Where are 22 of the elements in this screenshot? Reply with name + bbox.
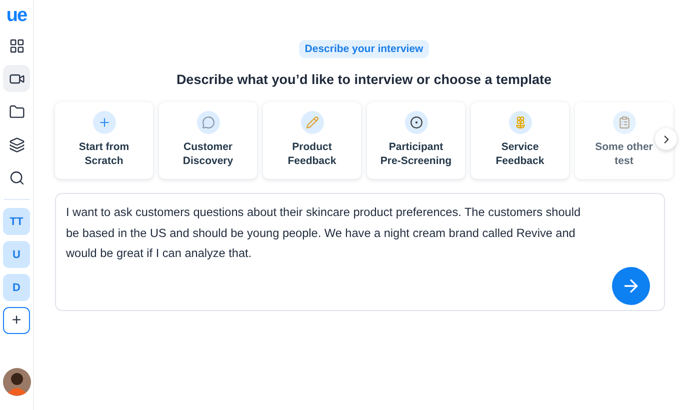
template-card[interactable]: Customer Discovery <box>159 102 257 179</box>
prompt-field[interactable]: I want to ask customers questions about their skincare product preferences. The customers should be based in the US and should be young people. We have a night cream brand called Revive and would be great if I can analyze that. <box>55 193 665 311</box>
template-card[interactable]: Participant Pre-Screening <box>367 102 465 179</box>
add-workspace-button[interactable]: + <box>3 307 30 334</box>
avatar[interactable] <box>2 368 30 396</box>
plus-icon <box>92 111 116 134</box>
step-label: Describe your interview <box>298 40 430 58</box>
template-card[interactable]: Service Feedback <box>471 102 569 179</box>
layers-icon <box>8 136 24 152</box>
flower-icon <box>508 111 532 134</box>
template-card[interactable]: Some other test <box>575 102 673 179</box>
page-heading: Describe what you’d like to interview or choose a template <box>176 72 552 87</box>
nav-button[interactable] <box>3 65 30 92</box>
folder-icon <box>8 104 24 120</box>
clipboard-icon <box>612 111 636 134</box>
pencil-icon <box>300 111 324 134</box>
grid-icon <box>8 38 24 54</box>
logo: ue <box>6 6 27 26</box>
search-icon <box>8 170 24 186</box>
template-card[interactable]: Start from Scratch <box>55 102 153 179</box>
speech-bubble-icon <box>196 111 220 134</box>
template-card[interactable]: Product Feedback <box>263 102 361 179</box>
